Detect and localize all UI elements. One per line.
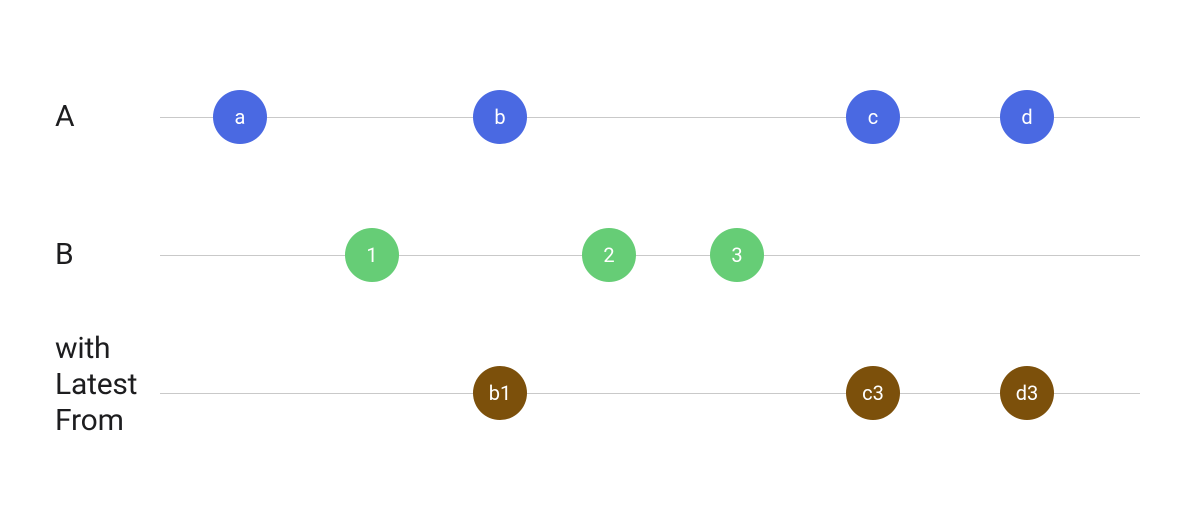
marble-a-1: b xyxy=(473,90,527,144)
row-label-a: A xyxy=(55,99,74,135)
marble-a-0: a xyxy=(213,90,267,144)
timeline-a xyxy=(160,117,1140,118)
marble-out-1: c3 xyxy=(846,366,900,420)
marble-diagram: A a b c d B 1 2 3 with Latest From b1 c3… xyxy=(0,0,1188,512)
marble-out-0: b1 xyxy=(473,366,527,420)
row-label-output: with Latest From xyxy=(55,331,137,439)
marble-b-1: 2 xyxy=(582,228,636,282)
timeline-b xyxy=(160,255,1140,256)
timeline-output xyxy=(160,393,1140,394)
marble-out-2: d3 xyxy=(1000,366,1054,420)
row-label-b: B xyxy=(55,237,74,273)
marble-a-3: d xyxy=(1000,90,1054,144)
marble-a-2: c xyxy=(846,90,900,144)
marble-b-2: 3 xyxy=(710,228,764,282)
marble-b-0: 1 xyxy=(345,228,399,282)
